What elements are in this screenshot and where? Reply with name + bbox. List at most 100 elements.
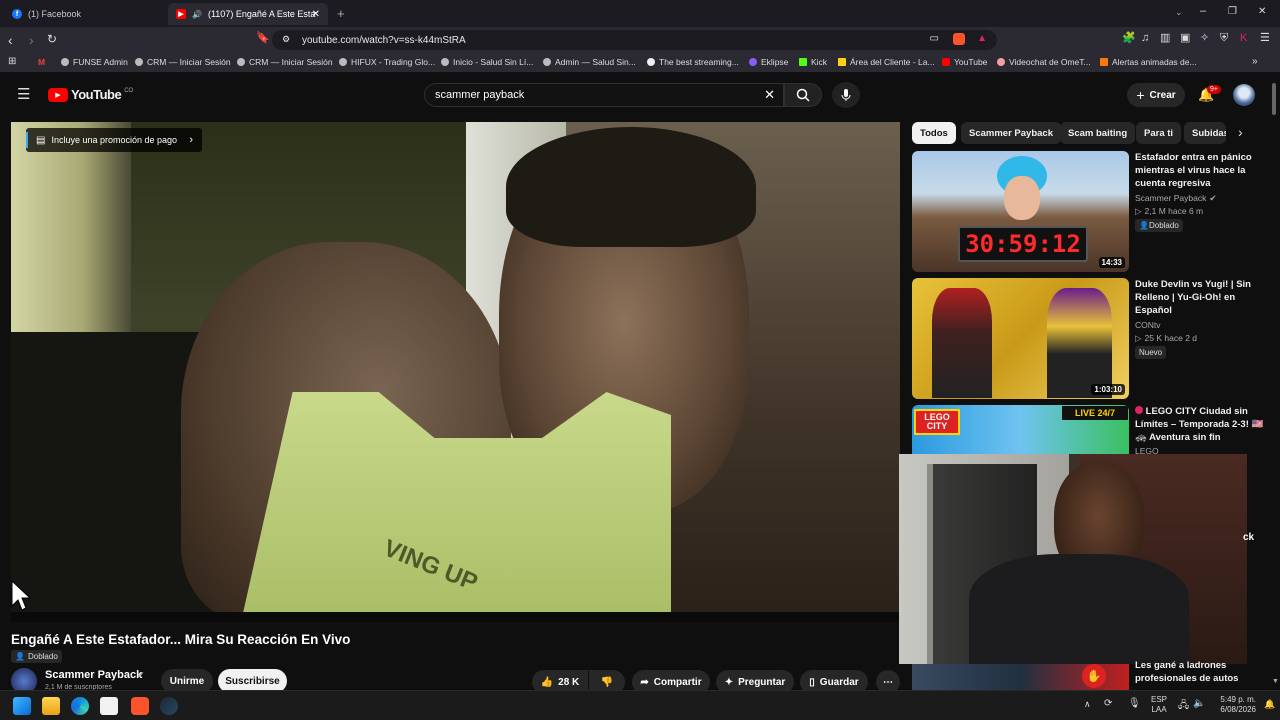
bookmark-item[interactable]: CRM — Iniciar Sesión [135,57,231,67]
bookmark-item[interactable]: The best streaming... [647,57,739,67]
reload-icon[interactable]: ↻ [47,33,57,45]
chip-scammer-payback[interactable]: Scammer Payback [961,122,1061,144]
webcam-overlay [899,454,1247,664]
channel-name[interactable]: Scammer Payback [45,669,142,681]
hamburger-menu-icon[interactable]: ☰ [17,87,30,102]
related-thumbnail[interactable]: LEGO CITY LIVE 24/7 [912,405,1129,455]
chevron-down-icon[interactable]: ⌄ [1175,8,1183,17]
bookmarks-bar: ⊞ M FUNSE Admin CRM — Iniciar Sesión CRM… [0,53,1280,73]
dubbed-badge: 👤Doblado [1135,219,1183,232]
bookmark-item[interactable]: Videochat de OmeT... [997,57,1091,67]
youtube-logo[interactable]: ▶ YouTube CO [48,87,133,102]
apps-icon[interactable]: ⊞ [8,57,16,67]
clear-search-icon[interactable]: ✕ [764,87,775,103]
bookmark-item[interactable]: HIFUX - Trading Glo... [339,57,435,67]
video-duration: 14:33 [1098,257,1125,268]
save-icon: ▯ [809,676,815,688]
sidebar-icon[interactable]: ▥ [1160,33,1170,44]
chips-next-icon[interactable]: › [1238,125,1243,139]
microsoft-store-icon[interactable] [100,697,118,715]
cast-icon[interactable]: ▭ [930,33,939,44]
network-icon[interactable]: 🖧 [1178,698,1189,715]
tab-label: (1) Facebook [28,9,82,19]
brave-icon[interactable] [131,697,149,715]
navigation-bar: ‹ › ↻ 🔖 ⚙ youtube.com/watch?v=ss-k44mStR… [0,27,1280,53]
related-channel[interactable]: CONtv [1135,320,1161,330]
search-button[interactable] [784,83,822,107]
close-tab-icon[interactable]: ✕ [312,9,320,20]
site-info-icon[interactable]: ⚙ [282,34,290,45]
bookmark-gmail[interactable]: M [38,57,45,67]
share-icon: ➦ [640,676,649,688]
speaker-icon: 🔊 [192,9,202,19]
chip-uploads[interactable]: Subidas [1184,122,1226,144]
chip-for-you[interactable]: Para ti [1136,122,1182,144]
related-channel[interactable]: Scammer Payback ✔ [1135,193,1216,204]
forward-icon[interactable]: › [29,33,34,47]
search-input[interactable]: scammer payback ✕ [424,83,784,107]
minimize-icon[interactable]: – [1200,6,1206,17]
sync-icon[interactable]: ⟳ [1104,698,1112,709]
paid-promotion-banner[interactable]: ▤ Incluye una promoción de pago › [26,128,202,152]
steam-icon[interactable] [160,697,178,715]
related-thumbnail[interactable]: 1:03:10 [912,278,1129,399]
bookmark-item[interactable]: FUNSE Admin [61,57,128,67]
file-explorer-icon[interactable] [42,697,60,715]
related-thumbnail[interactable]: 30:59:12 14:33 [912,151,1129,272]
related-thumbnail[interactable]: ✋ [912,664,1129,690]
video-player[interactable]: VING UP [11,122,900,622]
alerts-icon [1100,58,1108,66]
bookmark-item[interactable]: Inicio - Salud Sin Lí... [441,57,533,67]
create-button[interactable]: + Crear [1127,83,1185,107]
new-tab-icon[interactable]: + [337,7,345,20]
bookmark-item[interactable]: Kick [799,57,827,67]
extensions-icon[interactable]: 🧩 [1122,33,1136,44]
lego-city-logo: LEGO CITY [914,409,960,435]
address-bar[interactable]: ⚙ youtube.com/watch?v=ss-k44mStRA ▭ ▲ [272,30,997,50]
chip-all[interactable]: Todos [912,122,956,144]
leo-icon[interactable]: ✧ [1200,33,1209,44]
related-title[interactable]: Duke Devlin vs Yugi! | Sin Relleno | Yu-… [1135,278,1265,317]
media-icon[interactable]: ♫ [1141,33,1149,44]
bookmark-icon[interactable]: 🔖 [256,33,270,44]
voice-search-button[interactable] [832,82,860,108]
chip-scam-baiting[interactable]: Scam baiting [1060,122,1136,144]
facebook-icon: f [12,9,22,19]
bookmark-item[interactable]: Admin — Salud Sin... [543,57,636,67]
bookmark-item[interactable]: Eklipse [749,57,788,67]
avatar[interactable] [1233,84,1255,106]
scroll-down-icon[interactable]: ▼ [1272,678,1279,685]
related-title[interactable]: Les gané a ladrones profesionales de aut… [1135,659,1265,685]
tab-facebook[interactable]: f (1) Facebook [4,3,164,25]
back-icon[interactable]: ‹ [8,33,13,47]
vpn-icon[interactable]: ⛨ [1220,33,1228,44]
more-bookmarks-icon[interactable]: » [1252,57,1258,67]
brave-shields-icon[interactable] [953,33,965,45]
scrollbar-thumb[interactable] [1272,83,1276,115]
related-channel[interactable]: LEGO [1135,446,1159,454]
wallet-icon[interactable]: ▣ [1180,33,1190,44]
bookmark-item[interactable]: CRM — Iniciar Sesión [237,57,333,67]
brave-rewards-icon[interactable]: ▲ [977,33,987,44]
edge-icon[interactable] [71,697,89,715]
profile-icon[interactable]: K [1240,33,1247,44]
tab-youtube[interactable]: ▶ 🔊 (1107) Engañé A Este Estafad ✕ [168,3,328,25]
thumbnail-character-right [1047,288,1112,398]
related-title[interactable]: LEGO CITY Ciudad sin Límites – Temporada… [1135,405,1265,444]
close-window-icon[interactable]: ✕ [1258,7,1266,17]
volume-icon[interactable]: 🔈 [1193,698,1205,709]
maximize-icon[interactable]: ❐ [1228,7,1237,17]
notifications-tray-icon[interactable]: 🔔 [1264,699,1275,710]
video-duration: 1:03:10 [1091,384,1125,395]
menu-icon[interactable]: ☰ [1260,33,1270,44]
youtube-header: ☰ ▶ YouTube CO scammer payback ✕ + Crear… [0,73,1280,119]
bookmark-item[interactable]: Área del Cliente - La... [838,57,935,67]
tray-chevron-icon[interactable]: ∧ [1084,699,1091,710]
related-title[interactable]: Estafador entra en pánico mientras el vi… [1135,151,1265,190]
bookmark-item[interactable]: Alertas animadas de... [1100,57,1197,67]
clock[interactable]: 5:49 p. m. 6/08/2026 [1210,695,1256,715]
bookmark-item[interactable]: YouTube [942,57,987,67]
language-indicator[interactable]: ESP LAA [1148,695,1170,715]
windows-start-icon[interactable] [13,697,31,715]
microphone-tray-icon[interactable]: 🎙 [1128,698,1141,709]
